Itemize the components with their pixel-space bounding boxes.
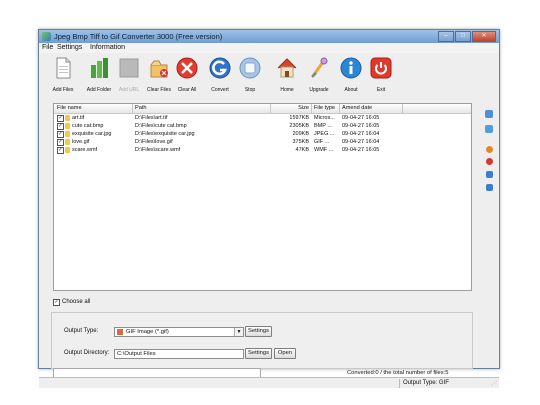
cell-type: Micros... — [314, 115, 335, 121]
home-icon — [277, 58, 297, 78]
row-checkbox[interactable]: ✓ — [57, 147, 64, 154]
side-image-icon[interactable] — [485, 125, 493, 133]
menu-settings[interactable]: Settings — [57, 44, 82, 51]
menu-information[interactable]: Information — [90, 44, 125, 51]
cell-size: 375KB — [292, 139, 309, 145]
table-row[interactable]: ✓ exquisite car.jpg D:\Files\exquisite car… — [54, 130, 471, 138]
cell-size: 2305KB — [289, 123, 309, 129]
output-type-settings-button[interactable]: Settings — [245, 326, 272, 337]
cell-type: JPEG ... — [314, 131, 335, 137]
exit-label: Exit — [376, 87, 386, 93]
menu-file[interactable]: File — [42, 44, 53, 51]
clear-all-icon — [176, 57, 198, 79]
clear-files-icon — [150, 60, 168, 78]
table-row[interactable]: ✓ love.gif D:\Files\love.gif 375KB GIF ... 09… — [54, 138, 471, 146]
side-move-up-icon[interactable] — [486, 171, 493, 178]
add-files-icon — [56, 57, 71, 79]
col-file-name[interactable]: File name — [57, 105, 82, 111]
add-files-button[interactable]: Add Files — [45, 55, 81, 96]
table-row[interactable]: ✓ scare.wmf D:\Files\scare.wmf 47KB WMF ... 0… — [54, 146, 471, 154]
cell-name: exquisite car.jpg — [72, 131, 112, 137]
table-header: File name Path Size File type Amend date — [54, 104, 471, 114]
add-url-icon — [119, 58, 139, 78]
close-button[interactable]: ✕ — [472, 31, 496, 42]
file-list-table[interactable]: File name Path Size File type Amend date… — [53, 103, 472, 291]
cell-date: 09-04-27 16:05 — [342, 147, 380, 153]
cell-date: 09-04-27 16:05 — [342, 123, 380, 129]
cell-size: 1597KB — [289, 115, 309, 121]
cell-path: D:\Files\love.gif — [135, 139, 173, 145]
side-minus-icon[interactable] — [486, 146, 493, 153]
cell-name: art.tif — [72, 115, 85, 121]
gif-image-icon — [117, 329, 123, 335]
minimize-button[interactable]: – — [438, 31, 454, 42]
side-move-down-icon[interactable] — [486, 184, 493, 191]
table-row[interactable]: ✓ cute cat.bmp D:\Files\cute cat.bmp 2305KB… — [54, 122, 471, 130]
app-window: Jpeg Bmp Tiff to Gif Converter 3000 (Fre… — [38, 29, 500, 388]
cell-type: BMP ... — [314, 123, 332, 129]
output-directory-settings-button[interactable]: Settings — [245, 348, 272, 359]
cell-date: 09-04-27 16:04 — [342, 131, 380, 137]
add-folder-icon — [91, 58, 108, 78]
output-type-select[interactable]: GIF Image (*.gif) ▼ — [114, 327, 244, 337]
cell-path: D:\Files\scare.wmf — [135, 147, 181, 153]
col-file-type[interactable]: File type — [314, 105, 335, 111]
cell-name: cute cat.bmp — [72, 123, 104, 129]
table-row[interactable]: ✓ art.tif D:\Files\art.tif 1597KB Micros... 0… — [54, 114, 471, 122]
file-icon — [65, 131, 70, 137]
cell-size: 47KB — [295, 147, 309, 153]
title-bar: Jpeg Bmp Tiff to Gif Converter 3000 (Fre… — [39, 30, 499, 43]
cell-name: scare.wmf — [72, 147, 98, 153]
col-path[interactable]: Path — [135, 105, 147, 111]
caption-buttons: – □ ✕ — [437, 31, 496, 42]
cell-type: GIF ... — [314, 139, 330, 145]
chevron-down-icon[interactable]: ▼ — [234, 328, 243, 336]
maximize-button[interactable]: □ — [455, 31, 471, 42]
stop-button[interactable]: Stop — [232, 55, 268, 96]
col-amend-date[interactable]: Amend date — [342, 105, 372, 111]
col-size[interactable]: Size — [272, 105, 309, 111]
row-checkbox[interactable]: ✓ — [57, 123, 64, 130]
cell-name: love.gif — [72, 139, 90, 145]
file-icon — [65, 115, 70, 121]
toolbar: Add Files Add Folder Add URL Clear Files… — [39, 53, 499, 98]
output-directory-label: Output Directory: — [64, 350, 110, 356]
side-remove-icon[interactable] — [486, 158, 493, 165]
cell-path: D:\Files\exquisite car.jpg — [135, 131, 195, 137]
cell-type: WMF ... — [314, 147, 334, 153]
output-type-label: Output Type: — [64, 328, 99, 334]
choose-all-label: Choose all — [62, 299, 91, 305]
cell-size: 209KB — [292, 131, 309, 137]
file-icon — [65, 123, 70, 129]
resize-grip-icon[interactable]: ⋰ — [491, 381, 497, 387]
stop-icon — [239, 57, 261, 79]
side-list-icon[interactable] — [485, 110, 493, 118]
choose-all-checkbox[interactable]: ✓ — [53, 299, 60, 306]
window-title: Jpeg Bmp Tiff to Gif Converter 3000 (Fre… — [54, 32, 223, 41]
open-directory-button[interactable]: Open — [274, 348, 296, 359]
output-directory-input[interactable]: C:\Output Files — [114, 349, 244, 359]
menu-bar: File Settings Information — [39, 43, 499, 53]
output-panel: Output Type: GIF Image (*.gif) ▼ Setting… — [51, 312, 473, 369]
file-icon — [65, 139, 70, 145]
output-type-status: Output Type: GIF — [403, 380, 449, 386]
exit-button[interactable]: Exit — [363, 55, 399, 96]
output-type-value: GIF Image (*.gif) — [126, 329, 169, 335]
status-bar: Output Type: GIF ⋰ — [39, 377, 499, 388]
cell-path: D:\Files\art.tif — [135, 115, 168, 121]
row-checkbox[interactable]: ✓ — [57, 115, 64, 122]
cell-date: 09-04-27 16:05 — [342, 115, 380, 121]
converted-count: Converted:0 / the total number of files:… — [347, 370, 449, 376]
convert-icon — [209, 57, 231, 79]
cell-date: 09-04-27 16:04 — [342, 139, 380, 145]
row-checkbox[interactable]: ✓ — [57, 131, 64, 138]
app-icon — [42, 32, 51, 41]
output-directory-value: C:\Output Files — [117, 351, 156, 357]
upgrade-icon — [311, 57, 328, 78]
exit-icon — [370, 57, 392, 79]
about-icon — [340, 57, 362, 79]
file-icon — [65, 147, 70, 153]
cell-path: D:\Files\cute cat.bmp — [135, 123, 187, 129]
row-checkbox[interactable]: ✓ — [57, 139, 64, 146]
